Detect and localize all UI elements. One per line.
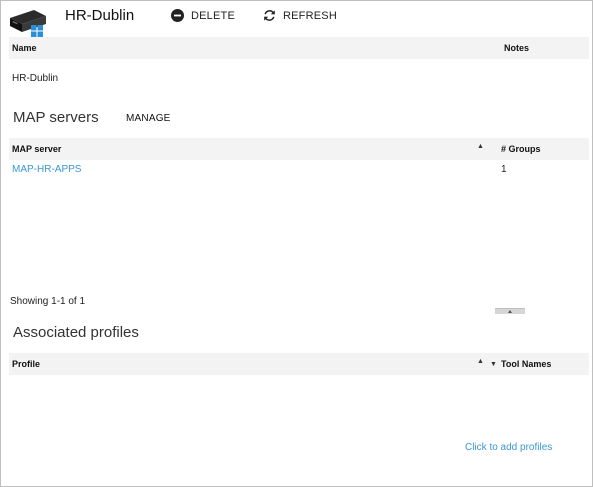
scrollbar-handle[interactable] (495, 308, 525, 314)
sort-desc-icon[interactable]: ▼ (490, 361, 497, 368)
column-header-map-server[interactable]: MAP server (12, 144, 61, 154)
map-servers-heading: MAP servers (13, 109, 99, 126)
column-header-profile[interactable]: Profile (12, 359, 40, 369)
map-server-groups-value: 1 (501, 164, 507, 175)
map-server-link[interactable]: MAP-HR-APPS (12, 164, 81, 175)
add-profiles-link[interactable]: Click to add profiles (465, 442, 552, 453)
manage-button[interactable]: MANAGE (126, 113, 171, 124)
sort-asc-icon[interactable]: ▲ (477, 358, 484, 365)
minus-circle-icon (171, 9, 184, 22)
column-header-name[interactable]: Name (12, 43, 37, 53)
refresh-icon (263, 9, 276, 22)
page-title: HR-Dublin (65, 7, 135, 24)
refresh-button[interactable]: REFRESH (263, 9, 337, 22)
delete-label: DELETE (191, 9, 235, 22)
details-name-value: HR-Dublin (12, 73, 59, 84)
refresh-label: REFRESH (283, 9, 337, 22)
profiles-table-header: Profile Tool Names (9, 353, 589, 375)
column-header-notes[interactable]: Notes (504, 43, 529, 53)
scroll-up-icon (508, 310, 512, 313)
column-header-tool-names[interactable]: Tool Names (501, 359, 551, 369)
associated-profiles-heading: Associated profiles (13, 324, 139, 341)
column-header-groups[interactable]: # Groups (501, 144, 541, 154)
map-servers-table-header: MAP server # Groups (9, 138, 589, 160)
delete-button[interactable]: DELETE (171, 9, 235, 22)
sort-asc-icon[interactable]: ▲ (477, 143, 484, 150)
pagination-text: Showing 1-1 of 1 (10, 296, 86, 307)
panel-frame (0, 0, 593, 487)
server-windows-icon (8, 6, 48, 38)
details-table-header: Name Notes (9, 37, 589, 59)
